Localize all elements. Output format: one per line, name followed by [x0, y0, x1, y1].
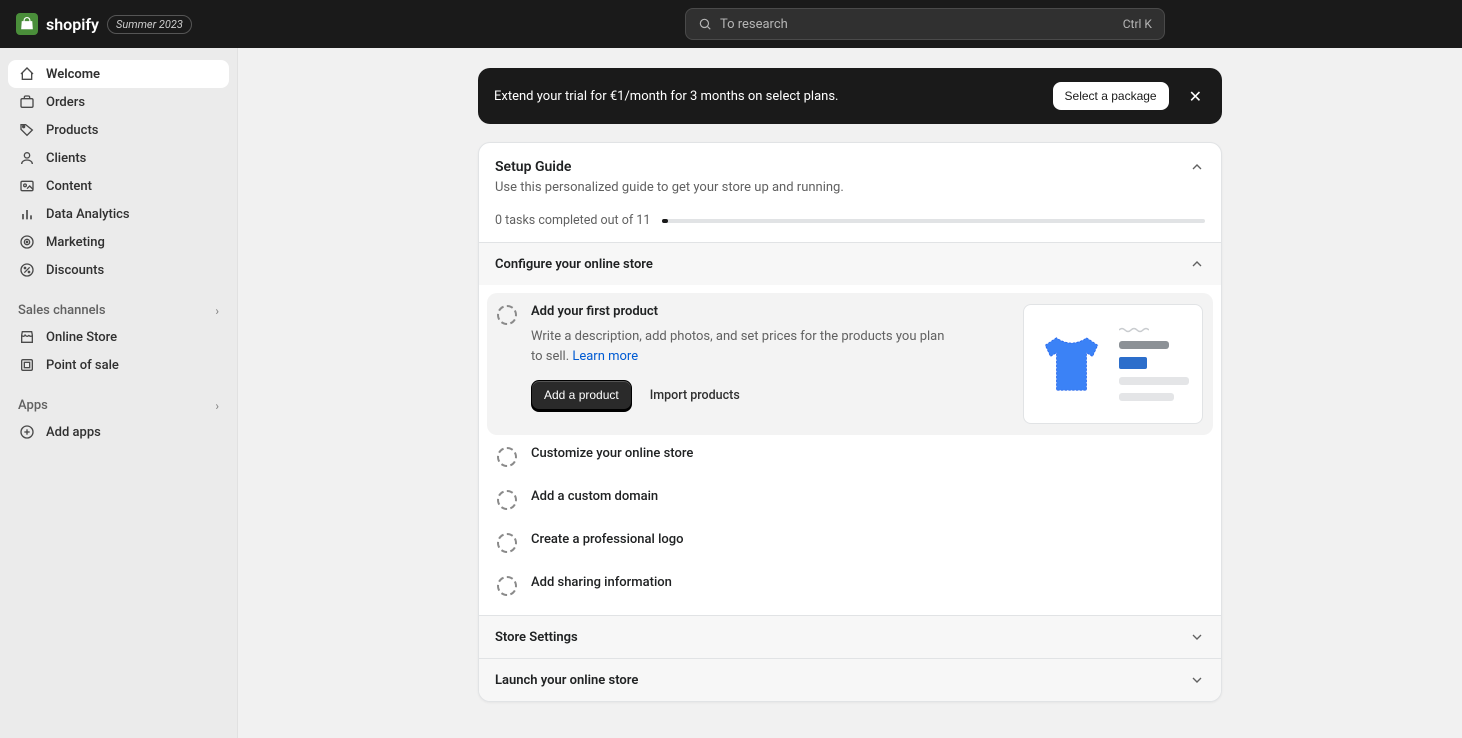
- task-status-icon: [497, 576, 517, 596]
- edition-pill[interactable]: Summer 2023: [107, 15, 192, 34]
- section-launch[interactable]: Launch your online store: [479, 658, 1221, 701]
- sidebar-item-label: Discounts: [46, 263, 104, 278]
- channels-label: Sales channels: [18, 303, 106, 318]
- sidebar-item-label: Data Analytics: [46, 207, 130, 222]
- section-title: Store Settings: [495, 630, 578, 645]
- sidebar-item-discounts[interactable]: Discounts: [8, 256, 229, 284]
- search-icon: [698, 17, 712, 31]
- shopify-bag-icon: [16, 13, 38, 35]
- task-add-first-product[interactable]: Add your first product Write a descripti…: [487, 293, 1213, 435]
- pos-icon: [18, 356, 36, 374]
- chevron-right-icon: ›: [215, 399, 219, 413]
- task-title: Create a professional logo: [531, 532, 1203, 547]
- sidebar-item-welcome[interactable]: Welcome: [8, 60, 229, 88]
- sidebar-item-label: Products: [46, 123, 98, 138]
- sidebar-item-label: Point of sale: [46, 358, 119, 373]
- sidebar-item-marketing[interactable]: Marketing: [8, 228, 229, 256]
- chevron-down-icon: [1189, 672, 1205, 688]
- sidebar-section-channels[interactable]: Sales channels ›: [8, 298, 229, 323]
- sidebar-item-analytics[interactable]: Data Analytics: [8, 200, 229, 228]
- add-product-button[interactable]: Add a product: [531, 380, 632, 410]
- analytics-icon: [18, 205, 36, 223]
- search-placeholder: To research: [720, 17, 1123, 32]
- task-title: Customize your online store: [531, 446, 1203, 461]
- sidebar-item-pos[interactable]: Point of sale: [8, 351, 229, 379]
- task-title: Add your first product: [531, 304, 1009, 319]
- task-customize-store[interactable]: Customize your online store: [487, 435, 1213, 478]
- import-products-link[interactable]: Import products: [650, 388, 740, 403]
- setup-title: Setup Guide: [495, 159, 1205, 175]
- sidebar-section-apps[interactable]: Apps ›: [8, 393, 229, 418]
- task-custom-domain[interactable]: Add a custom domain: [487, 478, 1213, 521]
- task-status-icon: [497, 533, 517, 553]
- home-icon: [18, 65, 36, 83]
- sidebar-item-label: Marketing: [46, 235, 105, 250]
- setup-guide-card: Setup Guide Use this personalized guide …: [478, 142, 1222, 702]
- sidebar-item-label: Welcome: [46, 67, 100, 82]
- plus-circle-icon: [18, 423, 36, 441]
- discounts-icon: [18, 261, 36, 279]
- close-icon[interactable]: ✕: [1185, 87, 1206, 106]
- chevron-down-icon: [1189, 629, 1205, 645]
- section-title: Configure your online store: [495, 257, 653, 272]
- orders-icon: [18, 93, 36, 111]
- apps-label: Apps: [18, 398, 48, 413]
- sidebar-item-clients[interactable]: Clients: [8, 144, 229, 172]
- sidebar-item-label: Content: [46, 179, 92, 194]
- product-illustration: [1023, 304, 1203, 424]
- sidebar-item-orders[interactable]: Orders: [8, 88, 229, 116]
- setup-guide-header: Setup Guide Use this personalized guide …: [479, 143, 1221, 242]
- task-logo[interactable]: Create a professional logo: [487, 521, 1213, 564]
- main-content: Extend your trial for €1/month for 3 mon…: [238, 48, 1462, 738]
- tag-icon: [18, 121, 36, 139]
- sidebar-item-products[interactable]: Products: [8, 116, 229, 144]
- search-shortcut: Ctrl K: [1123, 17, 1152, 31]
- task-title: Add a custom domain: [531, 489, 1203, 504]
- sidebar-item-label: Orders: [46, 95, 85, 110]
- chevron-right-icon: ›: [215, 304, 219, 318]
- progress-text: 0 tasks completed out of 11: [495, 213, 650, 228]
- sidebar-item-label: Add apps: [46, 425, 101, 440]
- content-icon: [18, 177, 36, 195]
- tshirt-icon: [1034, 324, 1109, 404]
- task-description: Write a description, add photos, and set…: [531, 327, 951, 366]
- learn-more-link[interactable]: Learn more: [572, 349, 638, 364]
- store-icon: [18, 328, 36, 346]
- chevron-up-icon[interactable]: [1189, 159, 1205, 175]
- task-status-icon: [497, 305, 517, 325]
- top-bar: shopify Summer 2023 To research Ctrl K: [0, 0, 1462, 48]
- logo[interactable]: shopify Summer 2023: [16, 13, 192, 35]
- sidebar-item-label: Online Store: [46, 330, 117, 345]
- section-title: Launch your online store: [495, 673, 638, 688]
- task-status-icon: [497, 490, 517, 510]
- sidebar-item-content[interactable]: Content: [8, 172, 229, 200]
- sidebar-item-label: Clients: [46, 151, 86, 166]
- sidebar-item-add-apps[interactable]: Add apps: [8, 418, 229, 446]
- setup-subtitle: Use this personalized guide to get your …: [495, 180, 1205, 195]
- chevron-up-icon: [1189, 256, 1205, 272]
- progress-bar: [662, 219, 1205, 223]
- brand-text: shopify: [46, 15, 99, 34]
- marketing-icon: [18, 233, 36, 251]
- banner-text: Extend your trial for €1/month for 3 mon…: [494, 89, 1037, 104]
- sidebar: Welcome Orders Products Clients Content …: [0, 48, 238, 738]
- task-status-icon: [497, 447, 517, 467]
- task-title: Add sharing information: [531, 575, 1203, 590]
- sidebar-item-online-store[interactable]: Online Store: [8, 323, 229, 351]
- section-configure[interactable]: Configure your online store: [479, 242, 1221, 285]
- search-input[interactable]: To research Ctrl K: [685, 8, 1165, 40]
- task-sharing-info[interactable]: Add sharing information: [487, 564, 1213, 607]
- user-icon: [18, 149, 36, 167]
- trial-banner: Extend your trial for €1/month for 3 mon…: [478, 68, 1222, 124]
- select-package-button[interactable]: Select a package: [1053, 82, 1169, 110]
- section-store-settings[interactable]: Store Settings: [479, 615, 1221, 658]
